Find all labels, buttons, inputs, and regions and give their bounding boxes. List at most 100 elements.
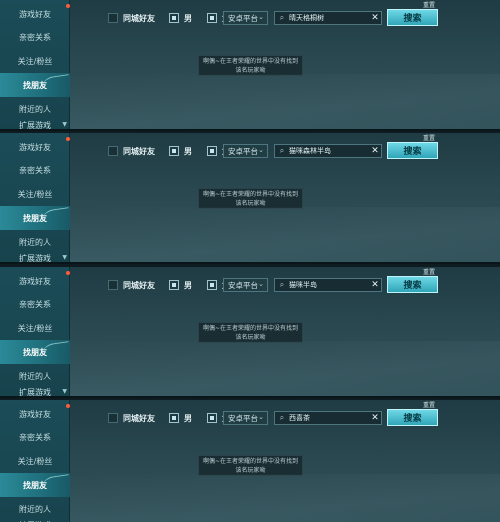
same-city-checkbox[interactable]	[108, 280, 118, 290]
same-city-checkbox[interactable]	[108, 146, 118, 156]
sidebar-item-label: 关注/粉丝	[17, 56, 53, 66]
same-city-label: 同城好友	[123, 413, 155, 423]
empty-message-line2: 该名玩家呦	[235, 467, 266, 474]
sidebar-item-label: 游戏好友	[19, 276, 51, 286]
female-checkbox[interactable]	[207, 13, 217, 23]
sidebar-item[interactable]: 扩展游戏 ▼	[0, 387, 70, 396]
same-city-label: 同城好友	[123, 280, 155, 290]
search-button[interactable]: 搜索	[387, 276, 438, 293]
chevron-down-icon: ▼	[62, 388, 67, 395]
close-icon[interactable]: ✕	[369, 280, 381, 290]
same-city-label: 同城好友	[123, 146, 155, 156]
search-input[interactable]: ⌕ 晴天格桐树 ✕	[274, 11, 382, 25]
reset-button[interactable]: 重置	[423, 400, 435, 409]
sidebar-item[interactable]: 扩展游戏 ▼	[0, 253, 70, 262]
search-input-value: 晴天格桐树	[289, 14, 324, 22]
empty-message-line2: 该名玩家呦	[235, 334, 266, 341]
sidebar-item[interactable]: 找朋友	[0, 206, 70, 230]
search-button[interactable]: 搜索	[387, 142, 438, 159]
empty-message-line2: 该名玩家呦	[235, 200, 266, 207]
sidebar-item[interactable]: 亲密关系	[0, 292, 70, 316]
reset-button[interactable]: 重置	[423, 133, 435, 142]
search-input[interactable]: ⌕ 猫咪半岛 ✕	[274, 278, 382, 292]
sidebar-item[interactable]: 附近的人	[0, 230, 70, 254]
empty-result-message: 啊偶~在王者荣耀的世界中没有找到 该名玩家呦	[198, 55, 303, 76]
screenshot-root: 游戏好友 亲密关系 关注/粉丝 找朋友 附近的人 扩展游戏 ▼ 重置 同城好友 …	[0, 0, 500, 522]
sidebar: 游戏好友 亲密关系 关注/粉丝 找朋友 附近的人 扩展游戏 ▼	[0, 267, 70, 396]
search-input[interactable]: ⌕ 西喜茶 ✕	[274, 411, 382, 425]
search-input[interactable]: ⌕ 猫咪森林半岛 ✕	[274, 144, 382, 158]
sidebar-item-label: 游戏好友	[19, 142, 51, 152]
male-label: 男	[184, 280, 192, 290]
male-label: 男	[184, 146, 192, 156]
search-input-value: 西喜茶	[289, 414, 310, 422]
search-button-label: 搜索	[403, 14, 422, 24]
sidebar-item[interactable]: 附近的人	[0, 497, 70, 521]
search-button-label: 搜索	[403, 414, 422, 424]
search-button-label: 搜索	[403, 147, 422, 157]
sidebar-item[interactable]: 附近的人	[0, 364, 70, 388]
chevron-down-icon: ⌄	[258, 413, 264, 421]
sidebar-item[interactable]: 关注/粉丝	[0, 316, 70, 340]
sidebar-item-label: 附近的人	[19, 504, 51, 514]
sidebar-item[interactable]: 找朋友	[0, 73, 70, 97]
empty-message-line2: 该名玩家呦	[235, 67, 266, 74]
platform-dropdown[interactable]: 安卓平台 ⌄	[223, 11, 268, 25]
sidebar-item[interactable]: 游戏好友	[0, 2, 70, 26]
male-checkbox[interactable]	[169, 13, 179, 23]
search-input-value: 猫咪森林半岛	[289, 147, 331, 155]
search-icon: ⌕	[279, 280, 285, 289]
sidebar-item-label: 关注/粉丝	[17, 189, 53, 199]
sidebar-item-label: 找朋友	[23, 80, 47, 90]
female-checkbox[interactable]	[207, 280, 217, 290]
reset-button[interactable]: 重置	[423, 267, 435, 276]
sidebar-item[interactable]: 找朋友	[0, 340, 70, 364]
close-icon[interactable]: ✕	[369, 413, 381, 423]
chevron-down-icon: ⌄	[258, 280, 264, 288]
reset-button[interactable]: 重置	[423, 0, 435, 9]
search-button[interactable]: 搜索	[387, 9, 438, 26]
sidebar-item-label: 附近的人	[19, 371, 51, 381]
same-city-checkbox[interactable]	[108, 413, 118, 423]
close-icon[interactable]: ✕	[369, 146, 381, 156]
platform-dropdown[interactable]: 安卓平台 ⌄	[223, 411, 268, 425]
sidebar-item[interactable]: 亲密关系	[0, 425, 70, 449]
same-city-checkbox[interactable]	[108, 13, 118, 23]
sidebar-item[interactable]: 游戏好友	[0, 135, 70, 159]
friend-search-panel: 游戏好友 亲密关系 关注/粉丝 找朋友 附近的人 扩展游戏 ▼ 重置 同城好友 …	[0, 267, 500, 398]
sidebar-item[interactable]: 游戏好友	[0, 402, 70, 426]
sidebar-item-label: 找朋友	[23, 213, 47, 223]
sidebar-item[interactable]: 亲密关系	[0, 25, 70, 49]
empty-result-message: 啊偶~在王者荣耀的世界中没有找到 该名玩家呦	[198, 322, 303, 343]
female-checkbox[interactable]	[207, 146, 217, 156]
empty-result-message: 啊偶~在王者荣耀的世界中没有找到 该名玩家呦	[198, 188, 303, 209]
platform-dropdown[interactable]: 安卓平台 ⌄	[223, 278, 268, 292]
close-icon[interactable]: ✕	[369, 13, 381, 23]
sidebar-item[interactable]: 关注/粉丝	[0, 182, 70, 206]
sidebar: 游戏好友 亲密关系 关注/粉丝 找朋友 附近的人 扩展游戏 ▼	[0, 400, 70, 522]
sidebar-item[interactable]: 关注/粉丝	[0, 49, 70, 73]
sidebar-item[interactable]: 扩展游戏 ▼	[0, 120, 70, 130]
sidebar-item-label: 亲密关系	[19, 32, 51, 42]
search-input-value: 猫咪半岛	[289, 281, 317, 289]
male-checkbox[interactable]	[169, 146, 179, 156]
empty-message-line1: 啊偶~在王者荣耀的世界中没有找到	[202, 58, 299, 65]
sidebar-item[interactable]: 附近的人	[0, 97, 70, 121]
male-checkbox[interactable]	[169, 280, 179, 290]
friend-search-panel: 游戏好友 亲密关系 关注/粉丝 找朋友 附近的人 扩展游戏 ▼ 重置 同城好友 …	[0, 0, 500, 131]
chevron-down-icon: ▼	[62, 254, 67, 261]
search-button-label: 搜索	[403, 281, 422, 291]
sidebar-item-label: 扩展游戏	[19, 121, 51, 130]
male-checkbox[interactable]	[169, 413, 179, 423]
female-checkbox[interactable]	[207, 413, 217, 423]
sidebar-item-label: 关注/粉丝	[17, 323, 53, 333]
search-button[interactable]: 搜索	[387, 409, 438, 426]
sidebar: 游戏好友 亲密关系 关注/粉丝 找朋友 附近的人 扩展游戏 ▼	[0, 133, 70, 262]
sidebar-item[interactable]: 游戏好友	[0, 269, 70, 293]
friend-search-panel: 游戏好友 亲密关系 关注/粉丝 找朋友 附近的人 扩展游戏 ▼ 重置 同城好友 …	[0, 133, 500, 264]
sidebar-item[interactable]: 亲密关系	[0, 158, 70, 182]
sidebar-item-label: 关注/粉丝	[17, 456, 53, 466]
platform-dropdown[interactable]: 安卓平台 ⌄	[223, 144, 268, 158]
sidebar-item[interactable]: 关注/粉丝	[0, 449, 70, 473]
sidebar-item[interactable]: 找朋友	[0, 473, 70, 497]
